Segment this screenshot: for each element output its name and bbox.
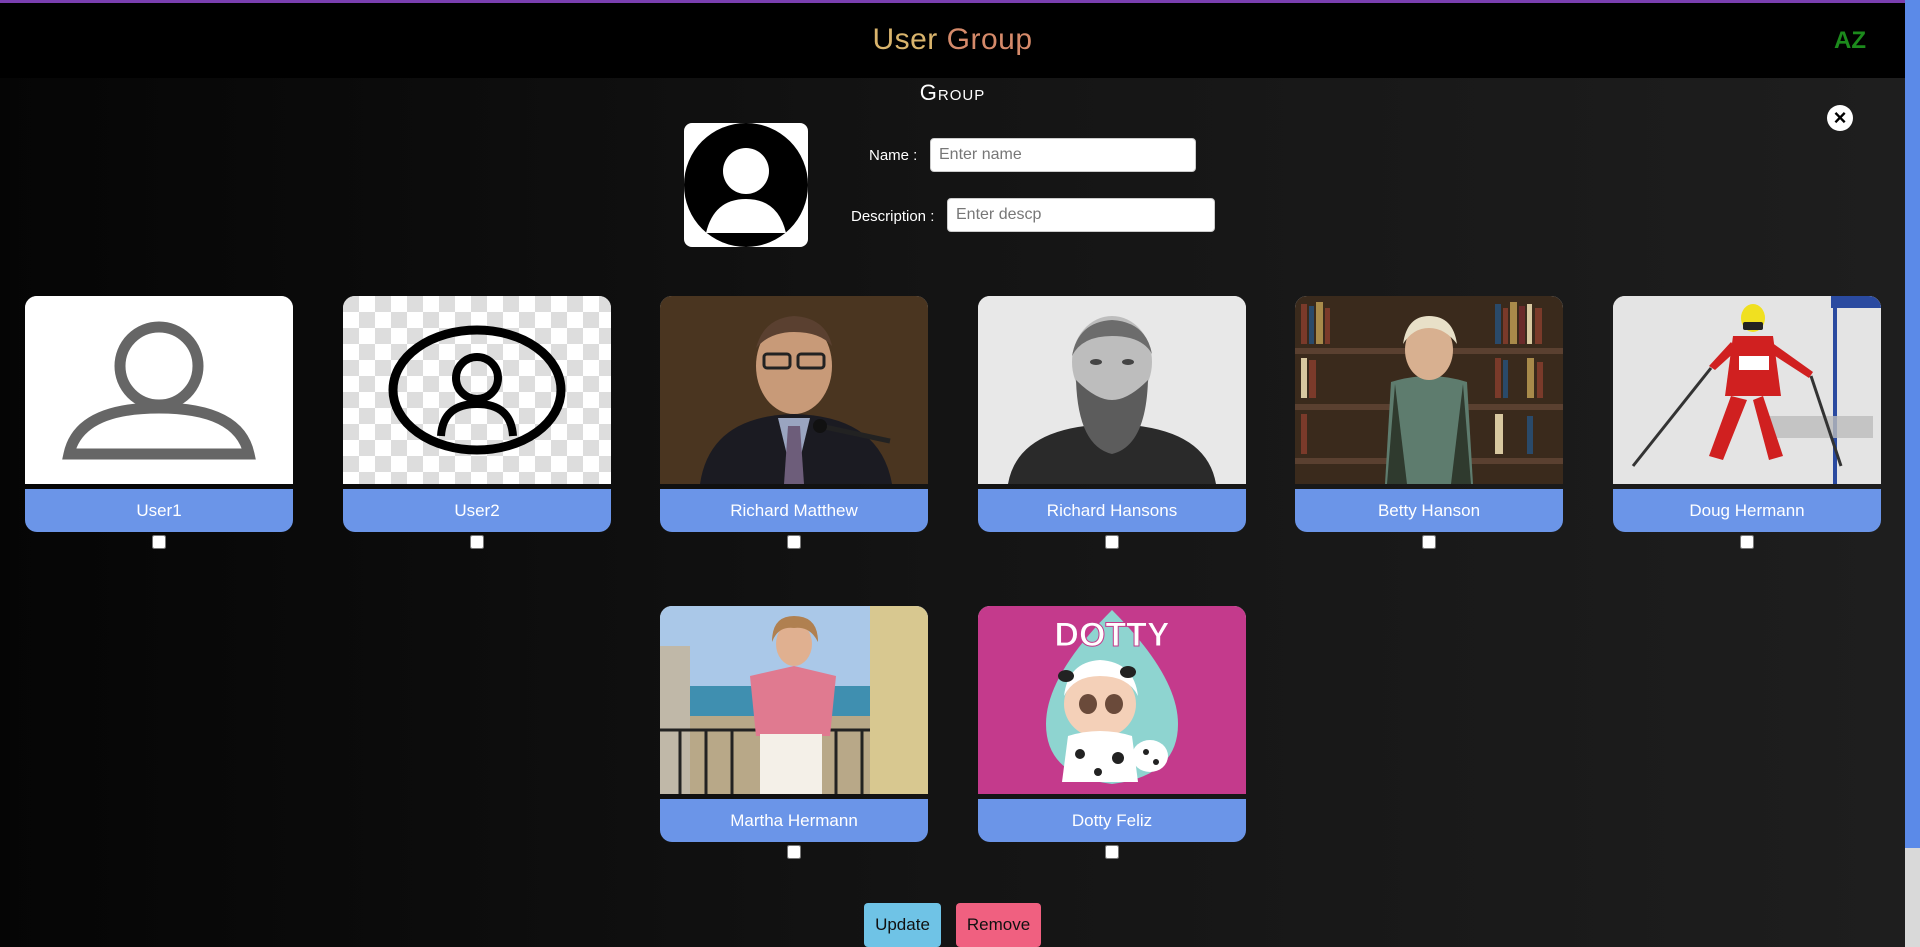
user-card[interactable]: DOTTY Dotty Feliz bbox=[978, 606, 1246, 859]
user-select-checkbox[interactable] bbox=[470, 535, 484, 549]
user-image bbox=[343, 296, 611, 484]
user-image bbox=[660, 606, 928, 794]
photo-woman-bookshelf bbox=[1295, 296, 1563, 484]
name-input[interactable] bbox=[930, 138, 1196, 172]
user-name-label[interactable]: Dotty Feliz bbox=[978, 799, 1246, 842]
user-name-label[interactable]: Doug Hermann bbox=[1613, 489, 1881, 532]
user-select-checkbox[interactable] bbox=[787, 845, 801, 859]
user-image bbox=[25, 296, 293, 484]
user-name-label[interactable]: User2 bbox=[343, 489, 611, 532]
scrollbar-thumb[interactable] bbox=[1905, 0, 1920, 848]
person-outline-icon bbox=[25, 296, 293, 484]
user-select-checkbox[interactable] bbox=[1422, 535, 1436, 549]
user-name-label[interactable]: Richard Matthew bbox=[660, 489, 928, 532]
name-label: Name : bbox=[869, 147, 918, 164]
user-name-label[interactable]: Martha Hermann bbox=[660, 799, 928, 842]
photo-woman-balcony bbox=[660, 606, 928, 794]
user-select-checkbox[interactable] bbox=[1105, 535, 1119, 549]
user-select-checkbox[interactable] bbox=[787, 535, 801, 549]
page-title: User Group bbox=[0, 23, 1905, 57]
avatar-placeholder-icon bbox=[684, 123, 808, 247]
person-circle-icon bbox=[343, 296, 611, 484]
group-avatar[interactable] bbox=[684, 123, 808, 247]
user-image bbox=[978, 296, 1246, 484]
dotty-cartoon: DOTTY bbox=[978, 606, 1246, 794]
user-card[interactable]: Richard Matthew bbox=[660, 296, 928, 549]
remove-button[interactable]: Remove bbox=[956, 903, 1041, 947]
user-card[interactable]: Doug Hermann bbox=[1613, 296, 1881, 549]
photo-man-speaking bbox=[660, 296, 928, 484]
photo-bearded-man bbox=[978, 296, 1246, 484]
user-card[interactable]: User2 bbox=[343, 296, 611, 549]
user-name-label[interactable]: User1 bbox=[25, 489, 293, 532]
user-card[interactable]: User1 bbox=[25, 296, 293, 549]
user-name-label[interactable]: Betty Hanson bbox=[1295, 489, 1563, 532]
sort-az-icon[interactable]: AZ bbox=[1830, 27, 1870, 59]
user-name-label[interactable]: Richard Hansons bbox=[978, 489, 1246, 532]
close-icon[interactable]: × bbox=[1827, 105, 1853, 131]
user-select-checkbox[interactable] bbox=[1105, 845, 1119, 859]
user-card[interactable]: Richard Hansons bbox=[978, 296, 1246, 549]
user-card[interactable]: Betty Hanson bbox=[1295, 296, 1563, 549]
description-input[interactable] bbox=[947, 198, 1215, 232]
user-image: DOTTY bbox=[978, 606, 1246, 794]
description-label: Description : bbox=[851, 208, 935, 225]
group-heading: Group bbox=[919, 80, 986, 105]
user-image bbox=[660, 296, 928, 484]
user-card[interactable]: Martha Hermann bbox=[660, 606, 928, 859]
app-header: User Group AZ bbox=[0, 3, 1905, 78]
title-word-user: User bbox=[872, 23, 938, 56]
photo-skier bbox=[1613, 296, 1881, 484]
update-button[interactable]: Update bbox=[864, 903, 941, 947]
dotty-text: DOTTY bbox=[1054, 616, 1170, 654]
user-image bbox=[1613, 296, 1881, 484]
user-select-checkbox[interactable] bbox=[1740, 535, 1754, 549]
user-select-checkbox[interactable] bbox=[152, 535, 166, 549]
user-image bbox=[1295, 296, 1563, 484]
title-word-group: Group bbox=[946, 23, 1033, 56]
